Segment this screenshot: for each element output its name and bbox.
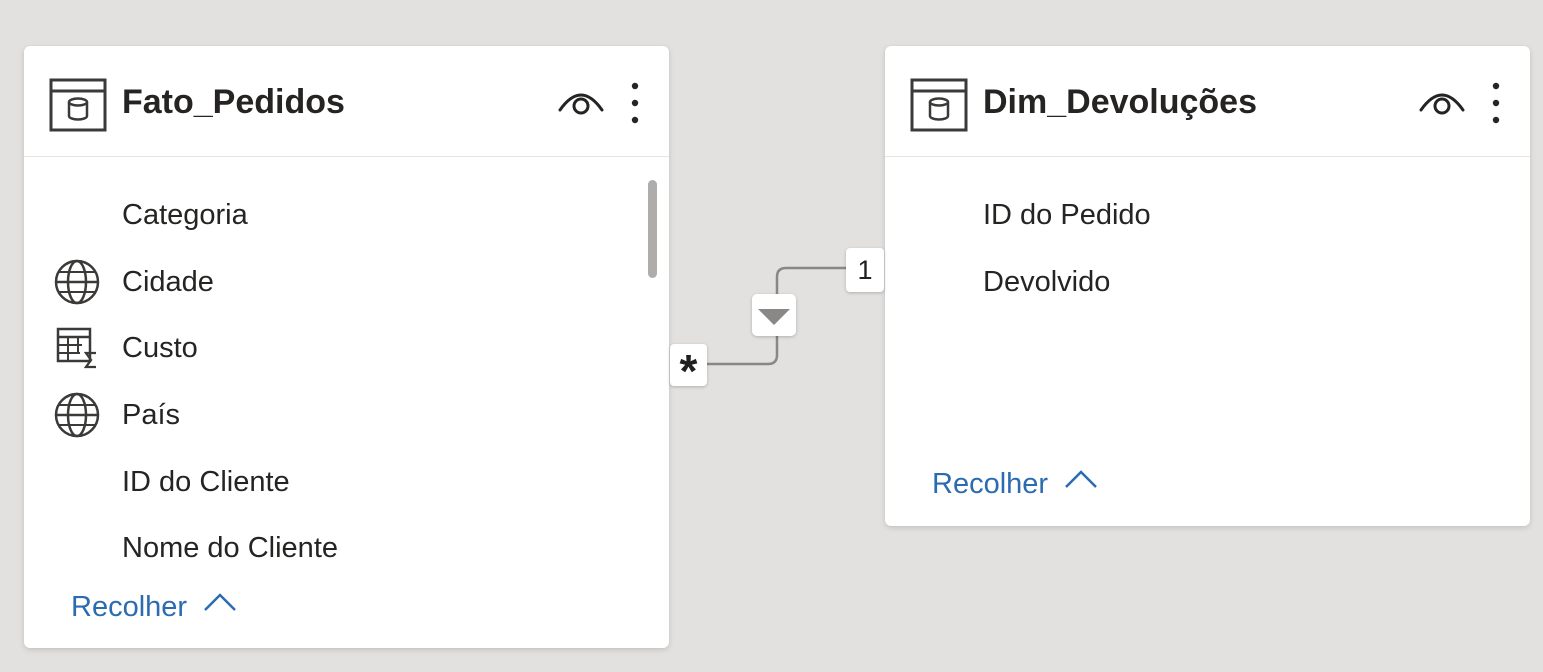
more-options-icon[interactable]: [623, 80, 647, 126]
globe-icon: [54, 392, 100, 438]
field-item[interactable]: ID do Cliente: [122, 462, 290, 502]
field-item[interactable]: Categoria: [122, 195, 248, 235]
field-item[interactable]: Cidade: [122, 262, 214, 302]
table-title: Fato_Pedidos: [122, 83, 345, 121]
more-options-icon[interactable]: [1484, 80, 1508, 126]
cardinality-one-badge: 1: [846, 248, 884, 292]
table-card-fato-pedidos[interactable]: Fato_Pedidos Categoria Cidade Custo País…: [24, 46, 669, 648]
collapse-link[interactable]: Recolher: [932, 464, 1098, 504]
table-icon: [910, 78, 968, 132]
field-item[interactable]: Custo: [122, 328, 198, 368]
table-card-dim-devolucoes[interactable]: Dim_Devoluções ID do Pedido Devolvido Re…: [885, 46, 1530, 526]
triangle-down-icon: [758, 309, 790, 325]
field-item[interactable]: Nome do Cliente: [122, 528, 338, 568]
field-list-scrollbar[interactable]: [648, 180, 657, 278]
field-item[interactable]: ID do Pedido: [983, 195, 1151, 235]
eye-icon[interactable]: [1418, 86, 1466, 118]
chevron-up-icon: [1065, 470, 1098, 489]
eye-icon[interactable]: [557, 86, 605, 118]
collapse-label: Recolher: [71, 591, 188, 623]
table-card-header: Dim_Devoluções: [885, 46, 1530, 157]
collapse-link[interactable]: Recolher: [71, 587, 237, 627]
field-item[interactable]: Devolvido: [983, 262, 1110, 302]
cross-filter-direction-button[interactable]: [752, 294, 796, 336]
field-item[interactable]: País: [122, 395, 180, 435]
table-icon: [49, 78, 107, 132]
measure-table-icon: [56, 327, 96, 369]
collapse-label: Recolher: [932, 468, 1049, 500]
cardinality-many-badge: *: [670, 344, 707, 397]
chevron-up-icon: [204, 593, 237, 612]
table-card-header: Fato_Pedidos: [24, 46, 669, 157]
table-title: Dim_Devoluções: [983, 83, 1257, 121]
globe-icon: [54, 259, 100, 305]
